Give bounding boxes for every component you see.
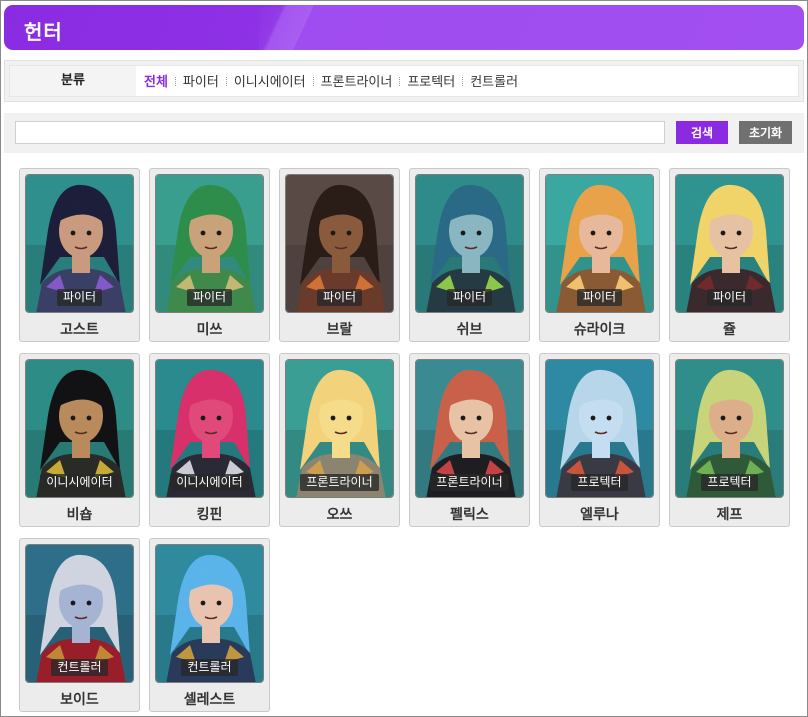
hero-card[interactable]: 컨트롤러보이드 bbox=[19, 538, 140, 712]
category-item[interactable]: 파이터 bbox=[183, 68, 219, 98]
hero-card[interactable]: 파이터슈라이크 bbox=[539, 168, 660, 342]
hero-name: 쉬브 bbox=[456, 322, 483, 338]
hero-role-label: 프론트라이너 bbox=[300, 474, 379, 491]
hero-card[interactable]: 파이터브랄 bbox=[279, 168, 400, 342]
hero-role-label: 컨트롤러 bbox=[51, 659, 108, 676]
hero-name: 미쓰 bbox=[196, 322, 223, 338]
hero-portrait: 파이터 bbox=[415, 174, 524, 313]
search-button[interactable]: 검색 bbox=[676, 121, 728, 144]
hero-role-label: 이니시에이터 bbox=[40, 474, 119, 491]
hero-card[interactable]: 프로텍터제프 bbox=[669, 353, 790, 527]
hero-role-label: 파이터 bbox=[576, 289, 623, 306]
hero-role-label: 파이터 bbox=[186, 289, 233, 306]
hero-name: 비숍 bbox=[66, 507, 93, 523]
category-separator bbox=[462, 77, 464, 86]
hero-portrait: 이니시에이터 bbox=[25, 359, 134, 498]
category-separator bbox=[174, 77, 176, 86]
hero-role-badge: 파이터 bbox=[156, 286, 263, 306]
hero-name: 슈라이크 bbox=[573, 322, 626, 338]
category-separator bbox=[312, 77, 314, 86]
category-separator bbox=[225, 77, 227, 86]
hero-portrait: 파이터 bbox=[545, 174, 654, 313]
hero-name: 펠릭스 bbox=[450, 507, 489, 523]
hero-card[interactable]: 파이터미쓰 bbox=[149, 168, 270, 342]
hero-portrait: 컨트롤러 bbox=[25, 544, 134, 683]
page-title: 헌터 bbox=[24, 20, 63, 44]
hero-card[interactable]: 파이터쥴 bbox=[669, 168, 790, 342]
hero-role-badge: 프론트라이너 bbox=[286, 471, 393, 491]
hero-role-badge: 파이터 bbox=[286, 286, 393, 306]
hero-portrait: 컨트롤러 bbox=[155, 544, 264, 683]
category-item[interactable]: 프로텍터 bbox=[407, 68, 455, 98]
search-input[interactable] bbox=[15, 121, 665, 144]
hero-name: 제프 bbox=[716, 507, 743, 523]
hero-card[interactable]: 이니시에이터킹핀 bbox=[149, 353, 270, 527]
hero-name: 고스트 bbox=[60, 322, 99, 338]
hero-role-badge: 이니시에이터 bbox=[26, 471, 133, 491]
hero-card[interactable]: 컨트롤러셀레스트 bbox=[149, 538, 270, 712]
category-item[interactable]: 이니시에이터 bbox=[234, 68, 306, 98]
hero-role-label: 프론트라이너 bbox=[430, 474, 509, 491]
hero-role-badge: 컨트롤러 bbox=[26, 656, 133, 676]
hero-portrait: 파이터 bbox=[675, 174, 784, 313]
hero-card[interactable]: 파이터고스트 bbox=[19, 168, 140, 342]
hero-card[interactable]: 프론트라이너오쓰 bbox=[279, 353, 400, 527]
hero-role-badge: 프로텍터 bbox=[546, 471, 653, 491]
hero-portrait: 프로텍터 bbox=[675, 359, 784, 498]
hero-card[interactable]: 프론트라이너펠릭스 bbox=[409, 353, 530, 527]
hero-name: 오쓰 bbox=[326, 507, 353, 523]
hero-role-label: 파이터 bbox=[706, 289, 753, 306]
hero-role-badge: 프론트라이너 bbox=[416, 471, 523, 491]
hero-role-badge: 컨트롤러 bbox=[156, 656, 263, 676]
hero-portrait: 프로텍터 bbox=[545, 359, 654, 498]
category-separator bbox=[399, 77, 401, 86]
hero-name: 셀레스트 bbox=[183, 692, 236, 708]
hero-role-label: 컨트롤러 bbox=[181, 659, 238, 676]
hero-name: 보이드 bbox=[60, 692, 99, 708]
hero-role-badge: 파이터 bbox=[676, 286, 783, 306]
hero-role-label: 파이터 bbox=[316, 289, 363, 306]
hero-role-label: 이니시에이터 bbox=[170, 474, 249, 491]
hero-role-label: 파이터 bbox=[446, 289, 493, 306]
hero-role-badge: 파이터 bbox=[546, 286, 653, 306]
category-filter-label: 분류 bbox=[10, 66, 136, 96]
hero-portrait: 파이터 bbox=[285, 174, 394, 313]
hero-role-badge: 이니시에이터 bbox=[156, 471, 263, 491]
hero-card[interactable]: 파이터쉬브 bbox=[409, 168, 530, 342]
category-filter-inner: 분류 전체 파이터 이니시에이터 프론트라이너 프로텍터 컨트롤러 bbox=[9, 65, 799, 97]
hero-role-label: 프로텍터 bbox=[571, 474, 628, 491]
category-list: 전체 파이터 이니시에이터 프론트라이너 프로텍터 컨트롤러 bbox=[144, 66, 518, 96]
hero-role-badge: 파이터 bbox=[26, 286, 133, 306]
hero-portrait: 프론트라이너 bbox=[415, 359, 524, 498]
category-item[interactable]: 프론트라이너 bbox=[321, 68, 393, 98]
page-header: 헌터 bbox=[4, 5, 804, 50]
category-filter: 분류 전체 파이터 이니시에이터 프론트라이너 프로텍터 컨트롤러 bbox=[4, 60, 804, 102]
hero-name: 엘루나 bbox=[580, 507, 619, 523]
hero-portrait: 파이터 bbox=[25, 174, 134, 313]
hero-portrait: 파이터 bbox=[155, 174, 264, 313]
hero-name: 쥴 bbox=[723, 322, 736, 338]
hero-portrait: 프론트라이너 bbox=[285, 359, 394, 498]
hero-name: 브랄 bbox=[326, 322, 353, 338]
header-sheen bbox=[259, 5, 329, 50]
hero-name: 킹핀 bbox=[196, 507, 223, 523]
category-item[interactable]: 컨트롤러 bbox=[470, 68, 518, 98]
hero-card[interactable]: 이니시에이터비숍 bbox=[19, 353, 140, 527]
hero-role-label: 파이터 bbox=[56, 289, 103, 306]
search-bar: 검색 초기화 bbox=[4, 113, 804, 153]
hero-role-label: 프로텍터 bbox=[701, 474, 758, 491]
hero-role-badge: 프로텍터 bbox=[676, 471, 783, 491]
hero-role-badge: 파이터 bbox=[416, 286, 523, 306]
hero-card[interactable]: 프로텍터엘루나 bbox=[539, 353, 660, 527]
category-item[interactable]: 전체 bbox=[144, 68, 168, 98]
hero-portrait: 이니시에이터 bbox=[155, 359, 264, 498]
reset-button[interactable]: 초기화 bbox=[739, 121, 792, 144]
